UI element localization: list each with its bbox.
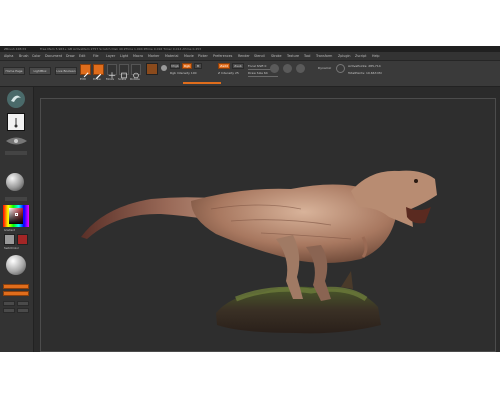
menu-stencil[interactable]: Stencil bbox=[254, 52, 265, 60]
scale-label: Scale bbox=[118, 77, 127, 81]
tool-icon[interactable] bbox=[6, 89, 26, 109]
alpha-toggle[interactable] bbox=[296, 64, 305, 73]
zsub-button[interactable]: Zsub bbox=[232, 63, 244, 69]
menu-transform[interactable]: Transform bbox=[316, 52, 332, 60]
color-picker-handle[interactable] bbox=[15, 213, 18, 216]
secondary-color-swatch[interactable] bbox=[17, 234, 28, 245]
alpha-icon[interactable] bbox=[4, 134, 29, 148]
m-button[interactable]: M bbox=[194, 63, 202, 69]
edit-label: Edit bbox=[80, 77, 86, 81]
small-button-2[interactable] bbox=[17, 301, 29, 306]
z-intensity-slider[interactable]: Z Intensity 25 bbox=[218, 71, 239, 75]
menu-help[interactable]: Help bbox=[372, 52, 380, 60]
rgb-intensity-slider[interactable]: Rgb Intensity 100 bbox=[170, 71, 197, 75]
dynamic-label: Dynamic bbox=[318, 66, 332, 70]
menu-material[interactable]: Material bbox=[165, 52, 178, 60]
rgb-button[interactable]: Rgb bbox=[182, 63, 192, 69]
points-icon bbox=[336, 64, 345, 73]
menu-bar: Alpha Brush Color Document Draw Edit Fil… bbox=[0, 52, 500, 61]
menu-alpha[interactable]: Alpha bbox=[4, 52, 13, 60]
switch-color-label: SwitchColor bbox=[4, 247, 19, 250]
menu-file[interactable]: File bbox=[93, 52, 99, 60]
menu-preferences[interactable]: Preferences bbox=[213, 52, 232, 60]
brush-toggle[interactable] bbox=[283, 64, 292, 73]
draw-size-slider[interactable]: Draw Size 64 bbox=[248, 71, 268, 75]
move-label: Move bbox=[106, 77, 115, 81]
menu-color[interactable]: Color bbox=[32, 52, 41, 60]
menu-marker[interactable]: Marker bbox=[148, 52, 159, 60]
menu-draw[interactable]: Draw bbox=[66, 52, 75, 60]
menu-document[interactable]: Document bbox=[45, 52, 62, 60]
matcap-sphere-icon[interactable] bbox=[6, 255, 26, 275]
focal-shift-slider[interactable]: Focal Shift 0 bbox=[248, 64, 266, 68]
menu-tool[interactable]: Tool bbox=[304, 52, 310, 60]
menu-brush[interactable]: Brush bbox=[19, 52, 29, 60]
active-points: ActivePoints: 285,714 bbox=[348, 64, 381, 68]
menu-texture[interactable]: Texture bbox=[287, 52, 299, 60]
move-button[interactable] bbox=[107, 64, 117, 79]
t-rex-sculpt[interactable] bbox=[41, 99, 495, 351]
edit-button[interactable] bbox=[80, 64, 91, 79]
total-points: TotalPoints: 19.663 Mil bbox=[348, 71, 382, 75]
dot-stroke-icon bbox=[14, 118, 18, 128]
menu-zplugin[interactable]: Zplugin bbox=[338, 52, 350, 60]
rotate-label: Rotate bbox=[130, 77, 140, 81]
small-button-1[interactable] bbox=[3, 301, 15, 306]
draw-button[interactable] bbox=[93, 64, 104, 80]
orange-button-2[interactable] bbox=[3, 291, 29, 296]
rgb-intensity-bar[interactable] bbox=[183, 82, 221, 84]
dynamic-toggle[interactable] bbox=[270, 64, 279, 73]
main-color-swatch[interactable] bbox=[4, 234, 15, 245]
draw-label: Draw bbox=[93, 77, 101, 81]
menu-light[interactable]: Light bbox=[120, 52, 128, 60]
small-button-3[interactable] bbox=[3, 308, 15, 313]
color-ball-icon[interactable] bbox=[161, 65, 167, 71]
lightbox-button[interactable]: LightBox bbox=[29, 67, 51, 75]
zbrush-window: ZBrush 4R8 P2 Free Mem 5.963+ GB ActiveM… bbox=[0, 46, 500, 352]
texture-off-slot[interactable] bbox=[5, 197, 27, 201]
draw-size-track[interactable] bbox=[248, 76, 278, 77]
orange-button-1[interactable] bbox=[3, 284, 29, 289]
home-page-button[interactable]: Home Page bbox=[3, 67, 25, 75]
menu-macro[interactable]: Macro bbox=[133, 52, 143, 60]
menu-edit[interactable]: Edit bbox=[79, 52, 85, 60]
stroke-selector[interactable] bbox=[7, 113, 25, 131]
top-shelf: Home Page LightBox Live Boolean Edit Dra… bbox=[0, 61, 500, 87]
gradient-label: Gradient bbox=[4, 229, 15, 232]
menu-zscript[interactable]: Zscript bbox=[355, 52, 366, 60]
small-button-4[interactable] bbox=[17, 308, 29, 313]
menu-stroke[interactable]: Stroke bbox=[271, 52, 282, 60]
live-boolean-button[interactable]: Live Boolean bbox=[55, 67, 77, 75]
menu-layer[interactable]: Layer bbox=[106, 52, 115, 60]
menu-render[interactable]: Render bbox=[238, 52, 250, 60]
material-sphere-icon[interactable] bbox=[6, 173, 24, 191]
document-canvas[interactable] bbox=[40, 98, 496, 352]
menu-picker[interactable]: Picker bbox=[198, 52, 208, 60]
scale-button[interactable] bbox=[119, 64, 129, 79]
zadd-button[interactable]: Zadd bbox=[218, 63, 230, 69]
rotate-button[interactable] bbox=[131, 64, 141, 79]
left-tray: Gradient SwitchColor bbox=[0, 87, 34, 352]
mrgb-button[interactable]: Mrgb bbox=[170, 63, 180, 69]
color-square[interactable] bbox=[9, 208, 23, 224]
color-picker[interactable] bbox=[3, 205, 29, 227]
texture-slot[interactable] bbox=[5, 151, 27, 155]
menu-movie[interactable]: Movie bbox=[184, 52, 194, 60]
material-preview[interactable] bbox=[146, 63, 158, 75]
